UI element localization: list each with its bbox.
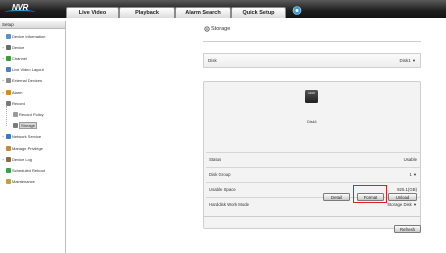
prop-key: Disk Group (209, 172, 231, 177)
sidebar-item-record[interactable]: - Record (1, 99, 25, 107)
title-divider (203, 41, 421, 42)
tab-playback[interactable]: Playback (119, 7, 175, 18)
main-content: Storage Disk Disk1 ▼ HDD Disk1 Status Us… (67, 21, 446, 253)
device-icon (5, 44, 11, 50)
expand-icon[interactable]: + (1, 134, 5, 139)
expand-icon[interactable]: + (1, 90, 5, 95)
chevron-down-icon: ▼ (413, 202, 417, 207)
expand-icon[interactable]: + (1, 45, 5, 50)
sidebar-item-manage-privilege[interactable]: Manage Privilege (1, 144, 43, 152)
prop-value: 925.1(GB) (397, 187, 417, 192)
device-info-icon (5, 33, 11, 39)
collapse-icon[interactable]: - (1, 101, 5, 106)
sidebar-item-scheduled-reboot[interactable]: Scheduled Reboot (1, 166, 45, 174)
prop-row-disk-group: Disk Group 1 ▼ (206, 167, 420, 179)
sidebar-item-live-video-layout[interactable]: Live Video Layout (1, 66, 44, 74)
sidebar-item-label: Device Information (12, 33, 46, 39)
maintenance-icon (5, 179, 11, 185)
sidebar-item-label: Manage Privilege (12, 145, 43, 151)
channel-icon (5, 55, 11, 61)
chevron-down-icon: ▼ (412, 58, 416, 63)
disk-select[interactable]: Disk1 ▼ (400, 58, 417, 63)
sidebar-item-label: Network Service (12, 134, 42, 140)
record-icon (5, 100, 11, 106)
sidebar-item-label: Record (12, 100, 25, 106)
reboot-icon (5, 167, 11, 173)
format-highlight-box (353, 185, 387, 203)
prop-value: Storage Disk (387, 202, 412, 207)
expand-icon[interactable]: + (1, 56, 5, 61)
hdd-icon: HDD (305, 90, 318, 103)
tab-quick-setup[interactable]: Quick Setup (231, 7, 286, 18)
setup-sidebar: Setup Device Information + Device + Channel L… (0, 21, 66, 253)
chevron-down-icon: ▼ (413, 172, 417, 177)
disk-detail-panel: HDD Disk1 Status Usable Disk Group 1 ▼ U… (203, 81, 421, 229)
bottom-divider (203, 216, 421, 217)
hdd-badge: HDD (308, 91, 315, 95)
logo-swoosh (5, 10, 35, 14)
sidebar-item-device-log[interactable]: + Device Log (1, 155, 32, 163)
prop-value: Usable (403, 157, 417, 162)
sidebar-item-label: Storage (19, 122, 38, 130)
sidebar-item-label: Channel (12, 55, 27, 61)
sidebar-item-channel[interactable]: + Channel (1, 54, 27, 62)
disk-group-select[interactable]: 1 ▼ (409, 172, 417, 177)
sidebar-item-device-information[interactable]: Device Information (1, 32, 45, 40)
external-devices-icon (5, 78, 11, 84)
sidebar-item-network-service[interactable]: + Network Service (1, 133, 41, 141)
prop-key: Harddisk Work Mode (209, 202, 250, 207)
disk-label: Disk (208, 58, 217, 63)
tree-connector (6, 106, 7, 126)
top-bar: NVR Live Video Playback Alarm Search Qui… (0, 0, 446, 18)
prop-value: 1 (409, 172, 412, 177)
sidebar-item-label: Maintenance (12, 179, 35, 185)
detail-button[interactable]: Detail (323, 193, 350, 201)
main-tabs: Live Video Playback Alarm Search Quick S… (66, 7, 286, 18)
sidebar-item-label: External Devices (12, 78, 43, 84)
disk-select-value: Disk1 (399, 58, 411, 63)
sidebar-item-label: Live Video Layout (12, 67, 44, 73)
privilege-icon (5, 145, 11, 151)
expand-icon[interactable]: + (1, 157, 5, 162)
tab-alarm-search[interactable]: Alarm Search (175, 7, 231, 18)
sidebar-item-external-devices[interactable]: + External Devices (1, 77, 42, 85)
sidebar-item-alarm[interactable]: + Alarm (1, 88, 22, 96)
tab-live-video[interactable]: Live Video (66, 7, 119, 18)
work-mode-select[interactable]: Storage Disk ▼ (387, 202, 417, 207)
page-title: Storage (204, 26, 230, 32)
logo: NVR (4, 2, 40, 14)
hdd-name: Disk1 (306, 119, 317, 124)
storage-icon (12, 123, 18, 129)
sidebar-item-label: Device (12, 44, 25, 50)
sidebar-header: Setup (0, 21, 65, 29)
record-policy-icon (12, 111, 18, 117)
sidebar-item-record-policy[interactable]: Record Policy (8, 110, 44, 118)
sidebar-item-label: Record Policy (19, 111, 44, 117)
sidebar-item-label: Alarm (12, 89, 23, 95)
disk-selector-row[interactable]: Disk Disk1 ▼ (203, 53, 421, 68)
alarm-icon (5, 89, 11, 95)
prop-key: Usable Space (209, 187, 236, 192)
layout-icon (5, 67, 11, 73)
unload-button[interactable]: Unload (388, 193, 417, 201)
sidebar-item-device[interactable]: + Device (1, 43, 24, 51)
sidebar-item-storage[interactable]: Storage (8, 122, 38, 130)
page-title-text: Storage (211, 26, 231, 32)
sidebar-item-label: Scheduled Reboot (12, 167, 45, 173)
gear-icon (204, 26, 210, 32)
network-service-icon (5, 134, 11, 140)
prop-row-status: Status Usable (206, 152, 420, 164)
settings-home-icon[interactable] (292, 6, 302, 15)
expand-icon[interactable]: + (1, 78, 5, 83)
device-log-icon (5, 156, 11, 162)
refresh-button[interactable]: Refresh (394, 225, 421, 233)
sidebar-item-label: Device Log (12, 156, 33, 162)
sidebar-item-maintenance[interactable]: Maintenance (1, 178, 35, 186)
prop-key: Status (209, 157, 222, 162)
